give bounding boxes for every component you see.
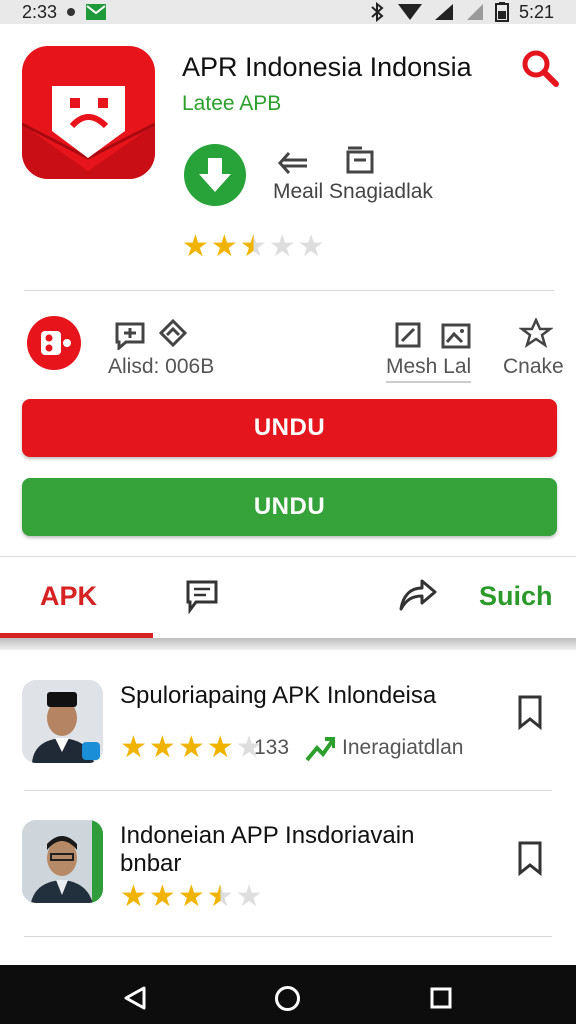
list-item-title: Indoneian APP Insdoriavain bnbar <box>120 822 415 877</box>
action-mid-label[interactable]: Mesh Lal <box>386 355 472 383</box>
primary-download-button[interactable]: UNDU <box>22 399 557 457</box>
star-icon: ★ <box>239 230 267 263</box>
star-icon: ★ <box>120 880 147 913</box>
message-icon[interactable] <box>184 578 220 614</box>
app-rating-stars: ★ ★ ★ ★ ★ <box>182 232 325 262</box>
direction-icon[interactable] <box>156 318 190 348</box>
star-outline-icon[interactable] <box>519 318 553 348</box>
action-label: Meail Snagiadlak <box>273 180 433 203</box>
star-icon: ★ <box>268 230 296 263</box>
app-subtitle[interactable]: Latee APB <box>182 92 281 116</box>
mail-notification-icon <box>86 4 107 20</box>
notification-dot-icon <box>67 8 76 16</box>
share-icon[interactable] <box>277 148 311 178</box>
bookmark-icon[interactable] <box>514 840 546 876</box>
home-icon[interactable] <box>274 985 301 1012</box>
list-divider <box>24 790 552 791</box>
header-divider <box>24 290 554 291</box>
signal-icon <box>434 4 453 20</box>
star-icon: ★ <box>297 230 325 263</box>
list-item-title: Spuloriapaing APK Inlondeisa <box>120 682 437 709</box>
download-button[interactable] <box>184 144 246 206</box>
app-screen: 2:33 5:21 APR Indonesia Indonsia Latee A… <box>0 0 576 1024</box>
bookmark-icon[interactable] <box>514 694 546 730</box>
app-logo-icon <box>22 46 155 179</box>
star-icon: ★ <box>235 880 263 913</box>
back-icon[interactable] <box>122 985 148 1011</box>
app-title: APR Indonesia Indonsia <box>182 52 472 82</box>
status-time-left: 2:33 <box>22 1 58 22</box>
star-icon: ★ <box>210 230 238 263</box>
list-item[interactable]: Indoneian APP Insdoriavain bnbar ★ ★ ★ ★ ★ <box>0 810 576 935</box>
status-bar: 2:33 5:21 <box>0 0 576 24</box>
list-item-count: 133 <box>254 736 290 759</box>
file-icon[interactable] <box>344 144 378 174</box>
download-arrow-icon <box>199 158 231 192</box>
star-icon: ★ <box>206 731 234 764</box>
list-item[interactable]: Spuloriapaing APK Inlondeisa ★ ★ ★ ★ ★ 133 I… <box>0 672 576 790</box>
star-icon: ★ <box>177 880 205 913</box>
signal-secondary-icon <box>466 4 483 20</box>
list-divider <box>24 936 552 937</box>
battery-icon <box>494 2 509 22</box>
tab-bar: APK Suich <box>0 556 576 640</box>
list-item-rating: ★ ★ ★ ★ ★ <box>120 733 263 763</box>
avatar <box>22 680 103 763</box>
trend-icon <box>305 737 335 762</box>
add-comment-icon[interactable] <box>114 320 148 350</box>
star-icon: ★ <box>148 880 176 913</box>
list-item-rating: ★ ★ ★ ★ ★ <box>120 882 263 912</box>
secondary-download-button[interactable]: UNDU <box>22 478 557 536</box>
tab-apk[interactable]: APK <box>40 581 97 612</box>
list-item-tag: Ineragiatdlan <box>342 736 464 759</box>
edit-icon[interactable] <box>393 320 427 350</box>
search-icon[interactable] <box>520 48 560 88</box>
star-icon: ★ <box>206 880 234 913</box>
action-right-label: Cnake <box>503 355 564 378</box>
recent-apps-icon[interactable] <box>430 987 452 1009</box>
status-left: 2:33 <box>22 2 107 23</box>
tab-suich[interactable]: Suich <box>479 581 553 612</box>
section-separator <box>0 638 576 650</box>
star-icon: ★ <box>177 731 205 764</box>
system-navigation-bar <box>0 965 576 1024</box>
status-right: 5:21 <box>367 2 554 23</box>
forward-share-icon[interactable] <box>398 577 438 613</box>
star-icon: ★ <box>182 230 209 263</box>
action-left-label: Alisd: 006B <box>108 355 215 378</box>
star-icon: ★ <box>120 731 147 764</box>
app-badge-icon[interactable] <box>27 316 81 370</box>
star-icon: ★ <box>148 731 176 764</box>
image-icon[interactable] <box>440 320 474 350</box>
status-time-right: 5:21 <box>518 1 554 22</box>
wifi-icon <box>397 4 422 20</box>
bluetooth-icon <box>371 2 384 22</box>
avatar <box>22 820 103 903</box>
